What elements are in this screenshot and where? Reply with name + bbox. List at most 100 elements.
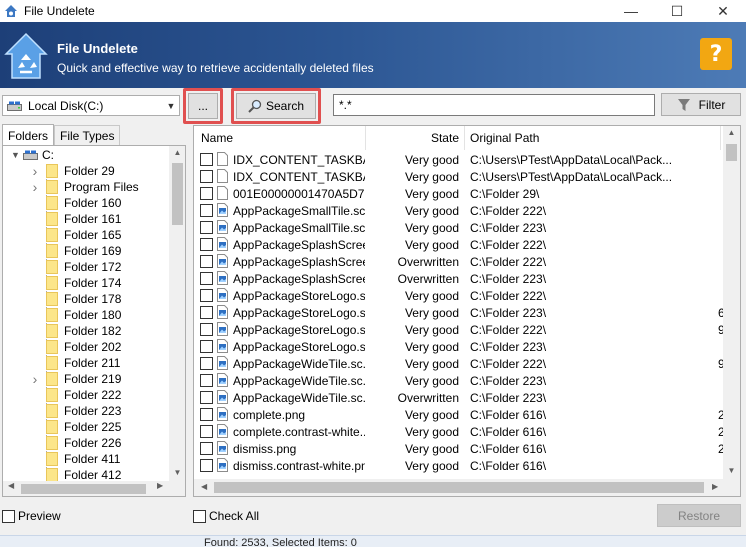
tree-item[interactable]: Folder 202 [30,339,121,355]
row-checkbox[interactable] [200,323,213,336]
file-list-horizontal-scrollbar[interactable]: ◀ ▶ [194,479,740,496]
maximize-button[interactable]: ☐ [654,0,700,22]
column-header-name[interactable]: Name [194,126,366,150]
tree-item[interactable]: Folder 174 [30,275,121,291]
row-checkbox[interactable] [200,442,213,455]
row-checkbox[interactable] [200,170,213,183]
row-checkbox[interactable] [200,204,213,217]
minimize-button[interactable]: — [608,0,654,22]
table-row[interactable]: AppPackageSmallTile.sc... Very good C:\Fol… [194,219,724,236]
table-row[interactable]: AppPackageWideTile.sc... Very good C:\Fold… [194,355,724,372]
image-file-icon [217,322,228,336]
table-row[interactable]: AppPackageStoreLogo.s... Very good C:\Fold… [194,304,724,321]
scroll-up-icon[interactable]: ▲ [169,148,185,157]
table-row[interactable]: AppPackageStoreLogo.s... Very good C:\Fold… [194,321,724,338]
scroll-up-icon[interactable]: ▲ [723,128,740,137]
expand-icon[interactable]: › [30,163,40,179]
file-name: AppPackageSmallTile.sc... [233,204,365,218]
tree-item[interactable]: Folder 411 [30,451,120,467]
filter-button[interactable]: Filter [661,93,741,116]
tree-item[interactable]: Folder 160 [30,195,121,211]
row-checkbox[interactable] [200,221,213,234]
row-checkbox[interactable] [200,289,213,302]
help-button[interactable]: ? [700,38,732,70]
scroll-down-icon[interactable]: ▼ [169,468,185,477]
tree-item[interactable]: Folder 180 [30,307,121,323]
drive-select[interactable]: Local Disk(C:) ▼ [2,95,180,116]
title-bar: File Undelete — ☐ ✕ [0,0,746,22]
row-checkbox[interactable] [200,408,213,421]
scroll-left-icon[interactable]: ◀ [8,481,14,490]
table-row[interactable]: 001E00000001470A5D7... Very good C:\Folder… [194,185,724,202]
tree-item[interactable]: Folder 182 [30,323,121,339]
row-checkbox[interactable] [200,391,213,404]
close-button[interactable]: ✕ [700,0,746,22]
table-row[interactable]: complete.contrast-white... Very good C:\Fo… [194,423,724,440]
table-row[interactable]: AppPackageSplashScree... Very good C:\Fold… [194,236,724,253]
expand-icon[interactable]: › [30,179,40,195]
file-list-vertical-scrollbar[interactable]: ▲ ▼ [723,126,740,479]
column-header-state[interactable]: State [366,126,465,150]
tree-hscroll-thumb[interactable] [21,484,146,494]
row-checkbox[interactable] [200,306,213,319]
tree-item[interactable]: Folder 222 [30,387,121,403]
scroll-left-icon[interactable]: ◀ [201,482,207,491]
tree-item[interactable]: Folder 226 [30,435,121,451]
tree-horizontal-scrollbar[interactable]: ◀ ▶ [3,481,185,496]
tab-folders[interactable]: Folders [2,124,55,145]
row-checkbox[interactable] [200,272,213,285]
file-mask-input[interactable] [333,94,655,116]
row-checkbox[interactable] [200,425,213,438]
table-row[interactable]: AppPackageSmallTile.sc... Very good C:\Fol… [194,202,724,219]
tree-item[interactable]: Folder 169 [30,243,121,259]
file-list-hscroll-thumb[interactable] [214,482,704,493]
scroll-right-icon[interactable]: ▶ [712,482,718,491]
table-row[interactable]: AppPackageStoreLogo.s... Very good C:\Fold… [194,338,724,355]
tree-item[interactable]: Folder 161 [30,211,121,227]
expand-icon[interactable]: › [30,371,40,387]
restore-button[interactable]: Restore [657,504,741,527]
table-row[interactable]: complete.pngVery goodC:\Folder 616\2 [194,406,724,423]
check-all-checkbox[interactable]: Check All [193,509,259,523]
table-row[interactable]: IDX_CONTENT_TASKBA... Very good C:\Users\P… [194,168,724,185]
table-row[interactable]: dismiss.contrast-white.png Very good C:\Fo… [194,457,724,474]
table-row[interactable]: AppPackageSplashScree... Overwritten C:\Fo… [194,270,724,287]
table-row[interactable]: AppPackageStoreLogo.s... Very good C:\Fold… [194,287,724,304]
tree-item[interactable]: Folder 165 [30,227,121,243]
row-checkbox[interactable] [200,238,213,251]
tree-item[interactable]: Folder 223 [30,403,121,419]
row-checkbox[interactable] [200,374,213,387]
row-checkbox[interactable] [200,153,213,166]
file-name: AppPackageSmallTile.sc... [233,221,365,235]
table-row[interactable]: IDX_CONTENT_TASKBA... Very good C:\Users\P… [194,151,724,168]
row-checkbox[interactable] [200,340,213,353]
tree-item[interactable]: Folder 211 [30,355,120,371]
tree-root-drive[interactable]: ▼ C: [11,147,54,163]
search-button[interactable]: Search [236,93,316,119]
column-header-original-path[interactable]: Original Path [465,126,721,150]
tree-item[interactable]: Folder 172 [30,259,121,275]
tree-item[interactable]: Folder 225 [30,419,121,435]
row-checkbox[interactable] [200,187,213,200]
tree-item[interactable]: › Folder 219 [30,371,122,387]
table-row[interactable]: dismiss.pngVery goodC:\Folder 616\2 [194,440,724,457]
row-checkbox[interactable] [200,255,213,268]
tree-item[interactable]: Folder 178 [30,291,121,307]
scroll-right-icon[interactable]: ▶ [157,481,163,490]
browse-button[interactable]: ... [188,93,218,119]
tree-item[interactable]: › Folder 29 [30,163,115,179]
preview-checkbox[interactable]: Preview [2,509,61,523]
tree-vertical-scrollbar[interactable]: ▲ ▼ [169,146,185,481]
row-checkbox[interactable] [200,357,213,370]
preview-checkbox-box[interactable] [2,509,15,523]
file-list-scroll-thumb[interactable] [726,144,737,161]
tree-item[interactable]: › Program Files [30,179,139,195]
tab-file-types[interactable]: File Types [54,125,121,145]
table-row[interactable]: AppPackageWideTile.sc... Overwritten C:\Fo… [194,389,724,406]
table-row[interactable]: AppPackageSplashScree... Overwritten C:\Fo… [194,253,724,270]
scroll-down-icon[interactable]: ▼ [723,466,740,475]
row-checkbox[interactable] [200,459,213,472]
check-all-checkbox-box[interactable] [193,509,206,523]
table-row[interactable]: AppPackageWideTile.sc... Very good C:\Fold… [194,372,724,389]
tree-scroll-thumb[interactable] [172,163,183,225]
